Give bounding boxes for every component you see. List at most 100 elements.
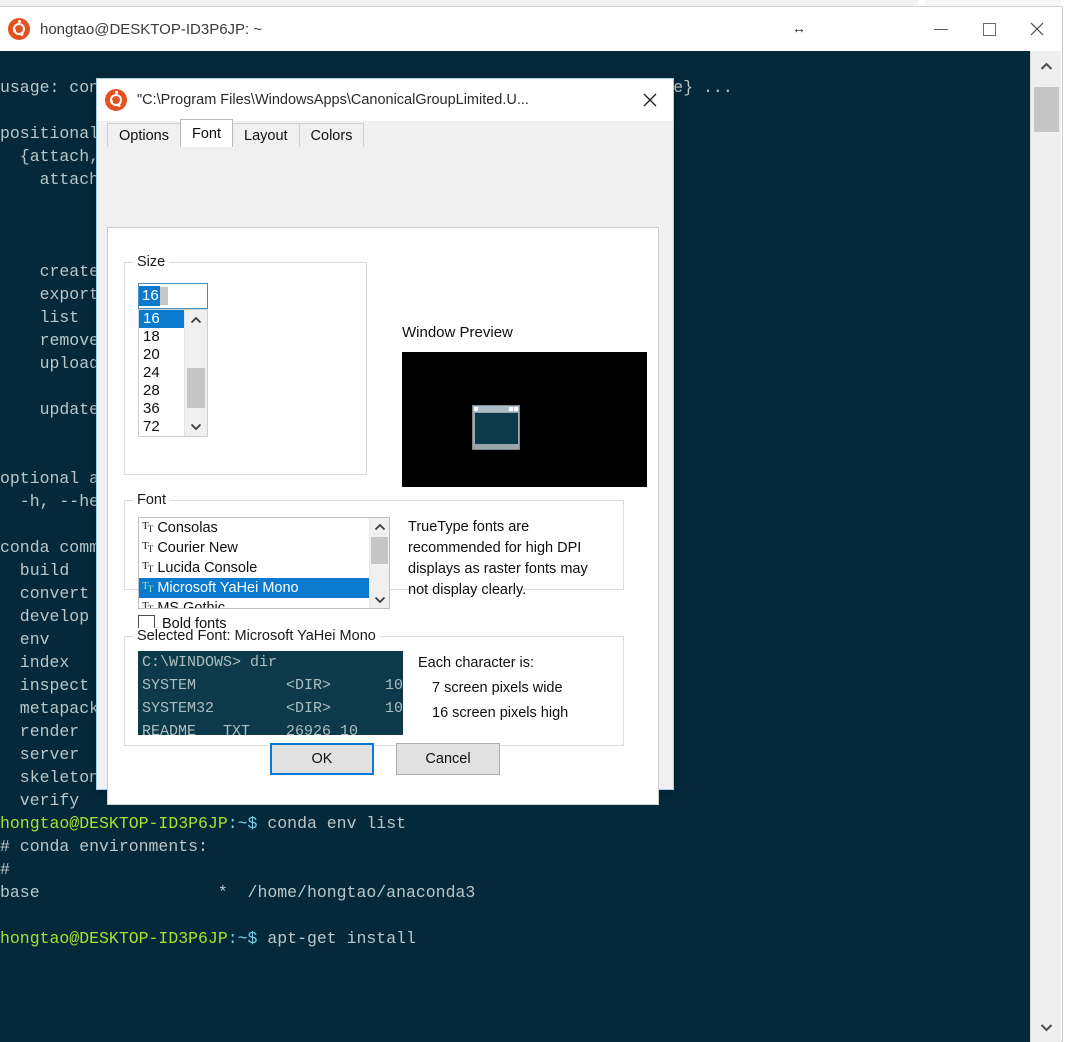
shell-path-2: :~$: [228, 929, 258, 948]
terminal-titlebar[interactable]: hongtao@DESKTOP-ID3P6JP: ~ ↔: [0, 7, 1061, 51]
terminal-title: hongtao@DESKTOP-ID3P6JP: ~: [40, 21, 262, 38]
maximize-button[interactable]: [965, 7, 1013, 51]
truetype-note: TrueType fonts are recommended for high …: [408, 517, 608, 601]
font-group-title: Font: [133, 492, 170, 508]
sample-line: SYSTEM <DIR> 10-: [142, 677, 403, 694]
chevron-up-icon: [374, 523, 386, 531]
list-item[interactable]: 24: [139, 364, 184, 382]
mini-window-titlebar: [473, 406, 519, 412]
list-item[interactable]: TT Courier New: [139, 538, 369, 558]
sample-line: SYSTEM32 <DIR> 10-: [142, 700, 403, 717]
list-item[interactable]: TT Lucida Console: [139, 558, 369, 578]
tab-layout[interactable]: Layout: [232, 123, 300, 147]
font-size-value: 16: [139, 286, 160, 306]
font-scroll-down-button[interactable]: [370, 591, 389, 608]
scrollbar-down-button[interactable]: [1031, 1012, 1061, 1042]
shell-output-3: base * /home/hongtao/anaconda3: [0, 883, 475, 902]
scrollbar-thumb[interactable]: [1034, 87, 1059, 132]
list-item[interactable]: 28: [139, 382, 184, 400]
ubuntu-icon: [8, 18, 30, 40]
size-list-scrollbar[interactable]: [184, 310, 207, 436]
size-group-title: Size: [133, 254, 169, 270]
char-height-text: 16 screen pixels high: [418, 701, 568, 726]
scrollbar-up-button[interactable]: [1031, 51, 1061, 81]
font-size-items: 16 18 20 24 28 36 72: [139, 310, 184, 436]
mini-window-client: [475, 413, 518, 444]
font-name: Consolas: [157, 518, 217, 538]
close-icon: [1028, 20, 1046, 38]
shell-command-2: apt-get install: [257, 929, 415, 948]
sample-line: C:\WINDOWS> dir: [142, 654, 277, 671]
mini-close-icon: [514, 407, 518, 411]
dialog-tabstrip: Options Font Layout Colors: [107, 121, 673, 147]
mini-minimize-icon: [509, 407, 513, 411]
dialog-title: "C:\Program Files\WindowsApps\CanonicalG…: [137, 92, 529, 108]
font-scroll-up-button[interactable]: [370, 518, 389, 535]
mini-window-icon: [474, 407, 478, 411]
truetype-icon: TT: [142, 521, 152, 535]
close-button[interactable]: [1013, 7, 1061, 51]
terminal-scrollbar[interactable]: [1030, 51, 1061, 1042]
font-name: MS Gothic: [157, 598, 225, 608]
close-icon: [640, 90, 660, 110]
maximize-icon: [983, 23, 996, 36]
shell-output-1: # conda environments:: [0, 837, 208, 856]
list-item[interactable]: 36: [139, 400, 184, 418]
chevron-up-icon: [190, 316, 202, 324]
font-list-scrollbar[interactable]: [369, 518, 389, 608]
list-item[interactable]: 16: [139, 310, 184, 328]
list-item[interactable]: TT Consolas: [139, 518, 369, 538]
shell-prompt-2: hongtao@DESKTOP-ID3P6JP: [0, 929, 228, 948]
chevron-down-icon: [374, 596, 386, 604]
list-item[interactable]: 72: [139, 418, 184, 436]
chevron-down-icon: [190, 423, 202, 431]
char-width-text: 7 screen pixels wide: [418, 676, 568, 701]
tab-options[interactable]: Options: [107, 123, 181, 147]
dialog-titlebar[interactable]: "C:\Program Files\WindowsApps\CanonicalG…: [97, 79, 673, 121]
cancel-button[interactable]: Cancel: [396, 743, 500, 775]
sample-line: README TXT 26926 10: [142, 723, 358, 735]
tab-colors[interactable]: Colors: [299, 123, 365, 147]
shell-path-1: :~$: [228, 814, 258, 833]
shell-output-2: #: [0, 860, 10, 879]
truetype-icon: TT: [142, 581, 152, 595]
list-item[interactable]: TT Microsoft YaHei Mono: [139, 578, 369, 598]
tab-font[interactable]: Font: [180, 119, 233, 147]
list-item[interactable]: 20: [139, 346, 184, 364]
shell-prompt-1: hongtao@DESKTOP-ID3P6JP: [0, 814, 228, 833]
font-family-items: TT Consolas TT Courier New TT Lucida Con…: [139, 518, 369, 608]
char-metrics-info: Each character is: 7 screen pixels wide …: [418, 651, 568, 726]
chevron-down-icon: [1040, 1023, 1053, 1032]
font-scroll-thumb[interactable]: [371, 537, 388, 564]
window-preview-label: Window Preview: [402, 324, 513, 341]
truetype-icon: TT: [142, 601, 152, 608]
size-group: Size 16 16 18 20 24 28 36 72: [124, 262, 367, 475]
screen-root: hongtao@DESKTOP-ID3P6JP: ~ ↔ usage: con: [0, 0, 1067, 1042]
truetype-icon: TT: [142, 561, 152, 575]
ubuntu-icon: [105, 89, 127, 111]
ok-button[interactable]: OK: [270, 743, 374, 775]
mini-window-controls: [509, 407, 518, 411]
list-item[interactable]: 18: [139, 328, 184, 346]
dialog-close-button[interactable]: [627, 79, 673, 121]
mini-window-graphic: [472, 405, 520, 450]
font-name: Lucida Console: [157, 558, 257, 578]
font-properties-dialog: "C:\Program Files\WindowsApps\CanonicalG…: [96, 78, 674, 790]
minimize-icon: [934, 29, 948, 30]
chevron-up-icon: [1040, 62, 1053, 71]
truetype-icon: TT: [142, 541, 152, 555]
font-size-listbox[interactable]: 16 18 20 24 28 36 72: [138, 309, 208, 437]
text-caret: [160, 287, 168, 305]
size-scroll-thumb[interactable]: [187, 368, 205, 408]
size-scroll-down-button[interactable]: [185, 417, 207, 436]
size-scroll-up-button[interactable]: [185, 310, 207, 329]
window-controls: [917, 7, 1061, 51]
font-size-input[interactable]: 16: [138, 283, 208, 309]
shell-command-1: conda env list: [257, 814, 406, 833]
font-group: Font TT Consolas TT Courier New TT: [124, 500, 624, 590]
list-item[interactable]: TT MS Gothic: [139, 598, 369, 608]
selected-font-title: Selected Font: Microsoft YaHei Mono: [133, 628, 380, 644]
dialog-buttons: OK Cancel: [97, 743, 673, 775]
font-family-listbox[interactable]: TT Consolas TT Courier New TT Lucida Con…: [138, 517, 390, 609]
minimize-button[interactable]: [917, 7, 965, 51]
